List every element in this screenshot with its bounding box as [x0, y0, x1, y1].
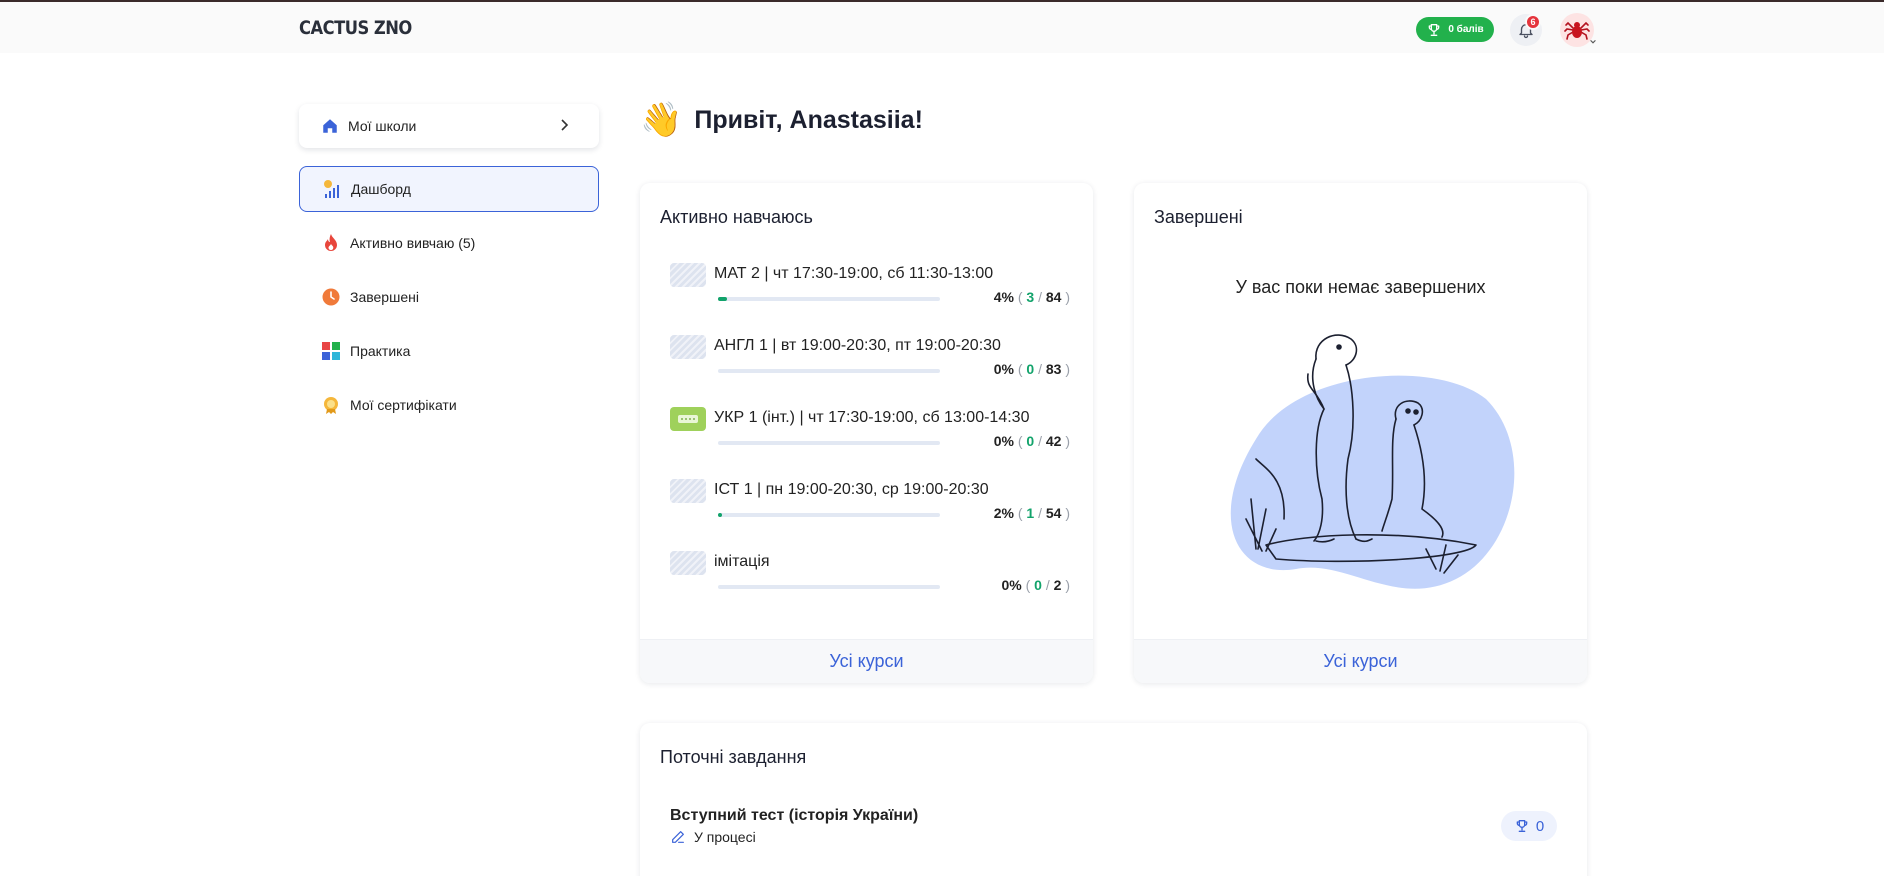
home-icon	[323, 119, 337, 133]
course-progress-bar	[718, 585, 940, 589]
current-tasks-card: Поточні завдання Вступний тест (історія …	[640, 723, 1587, 876]
progress-fill	[718, 297, 727, 301]
chevron-right-icon	[561, 119, 569, 131]
greeting: 👋 Привіт, Anastasiia!	[640, 103, 923, 137]
trophy-icon	[1516, 820, 1528, 832]
chevron-down-icon[interactable]	[1589, 38, 1597, 46]
empty-state-text: У вас поки немає завершених	[1235, 277, 1486, 297]
task-status-label: У процесі	[694, 829, 756, 845]
task-score-value: 0	[1535, 817, 1545, 835]
course-stats: 0% ( 0 / 83 )	[993, 361, 1070, 377]
card-title: Завершені	[1154, 207, 1243, 227]
sidebar-item-dashboard[interactable]: Дашборд	[299, 166, 599, 212]
course-stats: 4% ( 3 / 84 )	[993, 289, 1070, 305]
task-title[interactable]: Вступний тест (історія України)	[670, 807, 918, 825]
course-item[interactable]: МАТ 2 | чт 17:30-19:00, сб 11:30-13:00 4…	[670, 263, 1070, 323]
course-total: 54	[1045, 505, 1062, 521]
course-thumbnail	[670, 407, 706, 431]
course-stats: 0% ( 0 / 42 )	[993, 433, 1070, 449]
sidebar-item-finished[interactable]: Завершені	[299, 274, 599, 320]
logo[interactable]: CACTUS ZNO	[299, 17, 412, 39]
course-percent: 0%	[1001, 577, 1022, 593]
course-item[interactable]: ІСТ 1 | пн 19:00-20:30, ср 19:00-20:30 2…	[670, 479, 1070, 539]
finished-courses-card: Завершені У вас поки немає завершених Ус	[1134, 183, 1587, 683]
trophy-icon	[1428, 23, 1440, 36]
course-title: ІСТ 1 | пн 19:00-20:30, ср 19:00-20:30	[714, 481, 989, 498]
card-title: Поточні завдання	[660, 747, 807, 767]
badge-icon	[321, 395, 341, 415]
greeting-text: Привіт, Anastasiia!	[694, 105, 923, 134]
sidebar-item-label: Активно вивчаю (5)	[350, 235, 476, 251]
meerkats-illustration	[1230, 334, 1515, 589]
course-percent: 0%	[993, 433, 1014, 449]
course-total: 84	[1045, 289, 1062, 305]
all-courses-link[interactable]: Усі курси	[640, 639, 1093, 683]
points-pill[interactable]: 0 балів	[1416, 17, 1494, 42]
waving-hand-icon: 👋	[640, 101, 683, 139]
course-done: 0	[1034, 577, 1042, 593]
sidebar-item-label: Мої сертифікати	[350, 397, 457, 413]
dashboard-icon	[322, 179, 342, 199]
course-percent: 4%	[993, 289, 1014, 305]
my-schools-label: Мої школи	[348, 118, 417, 134]
card-title: Активно навчаюсь	[660, 207, 813, 227]
course-title: АНГЛ 1 | вт 19:00-20:30, пт 19:00-20:30	[714, 337, 1001, 354]
sidebar-item-label: Практика	[350, 343, 411, 359]
course-progress-bar	[718, 441, 940, 445]
course-stats: 2% ( 1 / 54 )	[993, 505, 1070, 521]
points-label: 0 балів	[1448, 24, 1484, 35]
grid-icon	[321, 341, 341, 361]
course-thumbnail	[670, 335, 706, 359]
my-schools-button[interactable]: Мої школи	[299, 104, 599, 148]
course-total: 42	[1045, 433, 1062, 449]
sidebar-item-practice[interactable]: Практика	[299, 328, 599, 374]
course-title: УКР 1 (інт.) | чт 17:30-19:00, сб 13:00-…	[714, 409, 1030, 426]
task-score-badge: 0	[1501, 811, 1557, 841]
course-thumbnail	[670, 479, 706, 503]
course-item[interactable]: імітація 0% ( 0 / 2 )	[670, 551, 1070, 611]
sidebar-item-label: Дашборд	[351, 181, 411, 197]
clock-icon	[321, 287, 341, 307]
sidebar-item-active-courses[interactable]: Активно вивчаю (5)	[299, 220, 599, 266]
course-item[interactable]: УКР 1 (інт.) | чт 17:30-19:00, сб 13:00-…	[670, 407, 1070, 467]
task-status: У процесі	[670, 829, 756, 845]
spider-icon	[1564, 21, 1590, 40]
pencil-icon	[672, 831, 684, 843]
course-percent: 0%	[993, 361, 1014, 377]
fire-icon	[321, 233, 341, 253]
course-title: МАТ 2 | чт 17:30-19:00, сб 11:30-13:00	[714, 265, 994, 282]
active-courses-card: Активно навчаюсь МАТ 2 | чт 17:30-19:00,…	[640, 183, 1093, 683]
course-stats: 0% ( 0 / 2 )	[1001, 577, 1070, 593]
course-percent: 2%	[993, 505, 1014, 521]
course-title: імітація	[714, 553, 770, 570]
sidebar-item-label: Завершені	[350, 289, 419, 305]
course-total: 83	[1045, 361, 1062, 377]
course-progress-bar	[718, 513, 940, 517]
course-item[interactable]: АНГЛ 1 | вт 19:00-20:30, пт 19:00-20:30 …	[670, 335, 1070, 395]
course-progress-bar	[718, 369, 940, 373]
all-finished-link[interactable]: Усі курси	[1134, 639, 1587, 683]
course-thumbnail	[670, 263, 706, 287]
progress-fill	[718, 513, 723, 517]
sidebar-item-certificates[interactable]: Мої сертифікати	[299, 382, 599, 428]
notifications-badge: 6	[1525, 14, 1541, 30]
top-bar: CACTUS ZNO 0 балів 6	[0, 2, 1884, 53]
course-thumbnail	[670, 551, 706, 575]
course-progress-bar	[718, 297, 940, 301]
